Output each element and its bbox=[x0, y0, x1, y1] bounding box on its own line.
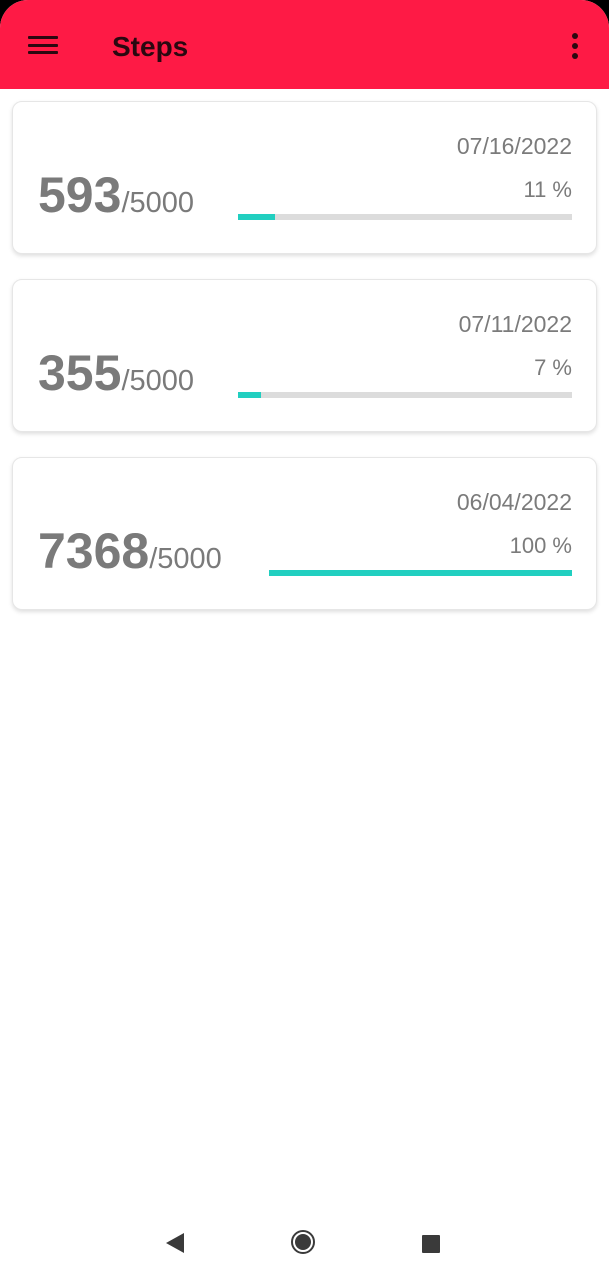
progress-percent: 100 % bbox=[509, 533, 572, 558]
step-count-value: 7368 bbox=[38, 523, 150, 579]
steps-card[interactable]: 07/11/2022 355/5000 7 % bbox=[12, 279, 597, 432]
progress-bar-fill bbox=[238, 392, 262, 398]
menu-button[interactable] bbox=[18, 22, 68, 68]
entry-date: 07/11/2022 bbox=[458, 311, 572, 337]
progress-bar-fill bbox=[269, 570, 572, 576]
hamburger-menu-icon bbox=[28, 36, 58, 54]
steps-card[interactable]: 06/04/2022 7368/5000 100 % bbox=[12, 457, 597, 610]
step-count: 7368/5000 bbox=[38, 520, 222, 590]
recents-square-icon[interactable] bbox=[422, 1235, 440, 1253]
back-triangle-icon[interactable] bbox=[166, 1233, 184, 1253]
progress-percent: 11 % bbox=[523, 177, 572, 202]
steps-list: 07/16/2022 593/5000 11 % 07/11/2022 355/… bbox=[12, 101, 597, 635]
entry-date: 07/16/2022 bbox=[456, 133, 572, 159]
progress-bar bbox=[269, 570, 572, 576]
system-nav-bar bbox=[0, 1206, 609, 1280]
app-bar: Steps bbox=[0, 0, 609, 89]
progress-bar bbox=[238, 392, 572, 398]
entry-date: 06/04/2022 bbox=[456, 489, 572, 515]
progress-bar-fill bbox=[238, 214, 275, 220]
more-vert-icon bbox=[572, 33, 578, 39]
step-count-value: 593 bbox=[38, 167, 122, 223]
step-count: 355/5000 bbox=[38, 342, 194, 412]
home-circle-icon[interactable] bbox=[291, 1230, 315, 1254]
progress-percent: 7 % bbox=[534, 355, 572, 380]
page-title: Steps bbox=[112, 31, 189, 62]
more-options-button[interactable] bbox=[555, 24, 595, 68]
step-goal: /5000 bbox=[149, 543, 222, 575]
progress-bar bbox=[238, 214, 572, 220]
step-count-value: 355 bbox=[38, 345, 122, 401]
step-goal: /5000 bbox=[121, 187, 195, 219]
steps-card[interactable]: 07/16/2022 593/5000 11 % bbox=[12, 101, 597, 254]
screen: Steps 07/16/2022 593/5000 11 % 07/11/202… bbox=[0, 0, 609, 1280]
step-count: 593/5000 bbox=[38, 164, 194, 234]
step-goal: /5000 bbox=[121, 365, 195, 397]
